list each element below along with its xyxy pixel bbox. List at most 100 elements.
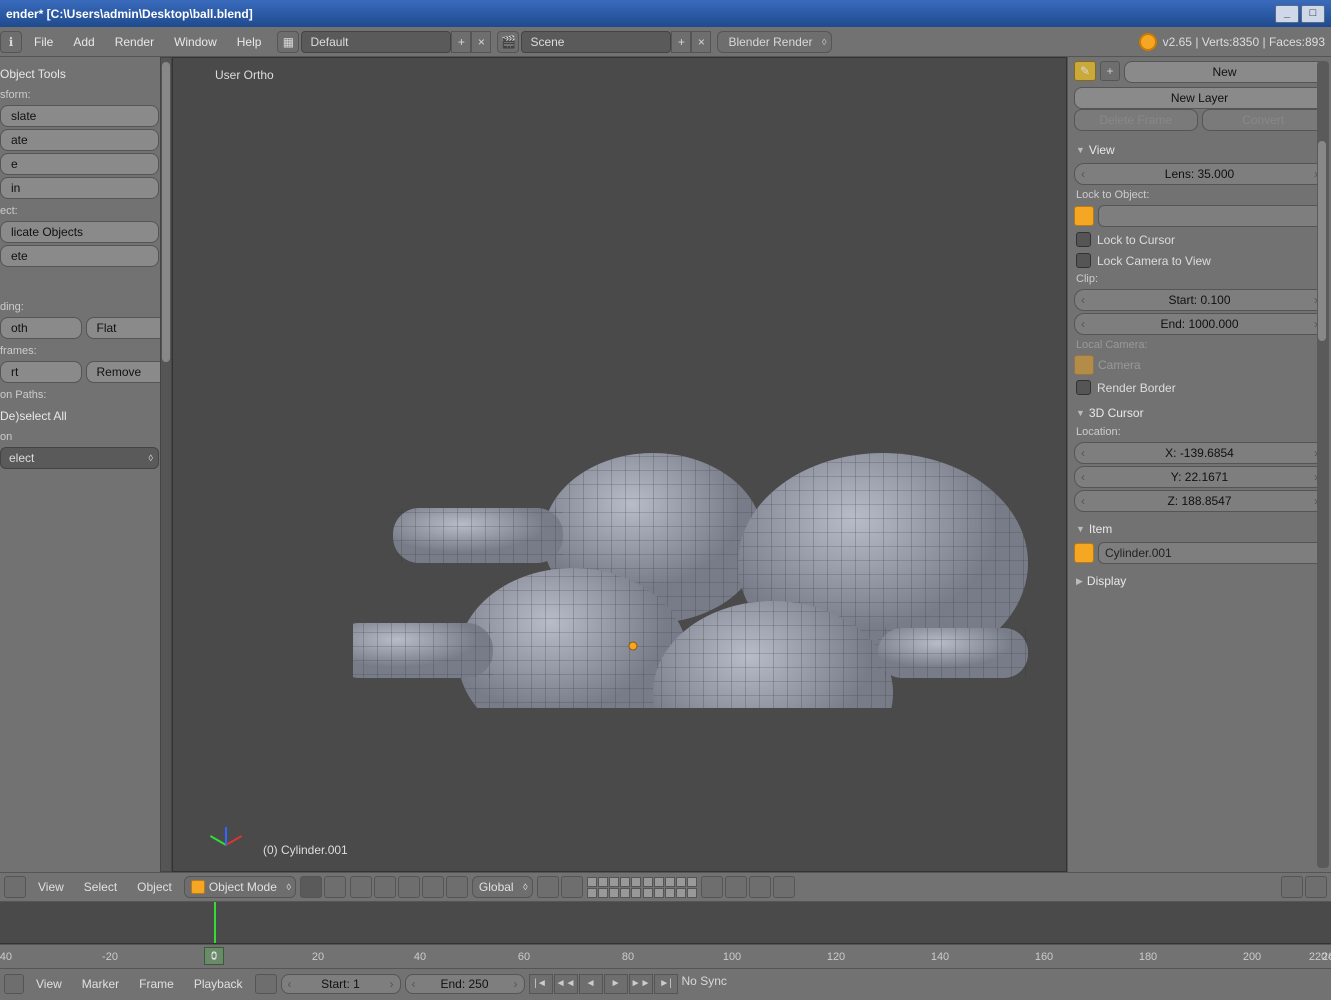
jump-start-icon[interactable]: |◄ bbox=[529, 974, 553, 994]
layer-buttons[interactable] bbox=[587, 877, 697, 898]
screen-layout-field[interactable]: Default bbox=[301, 31, 451, 53]
scene-add-button[interactable]: + bbox=[671, 31, 691, 53]
end-frame-field[interactable]: End: 250 bbox=[405, 974, 525, 994]
pivot-icon[interactable] bbox=[350, 876, 372, 898]
clip-end-field[interactable]: End: 1000.000 bbox=[1074, 313, 1325, 335]
render-preview-icon[interactable] bbox=[701, 876, 723, 898]
on-dropdown[interactable]: elect bbox=[0, 447, 159, 469]
insert-keyframe-button[interactable]: rt bbox=[0, 361, 82, 383]
delete-frame-button[interactable]: Delete Frame bbox=[1074, 109, 1198, 131]
layout-delete-button[interactable]: × bbox=[471, 31, 491, 53]
jump-end-icon[interactable]: ►| bbox=[654, 974, 678, 994]
render-opengl-icon[interactable] bbox=[749, 876, 771, 898]
editor-type-3dview-icon[interactable] bbox=[4, 876, 26, 898]
scene-delete-button[interactable]: × bbox=[691, 31, 711, 53]
timeline-menu-playback[interactable]: Playback bbox=[186, 977, 251, 991]
camera-icon[interactable] bbox=[1074, 355, 1094, 375]
timeline-editor-icon[interactable] bbox=[4, 974, 24, 994]
motionpaths-label: on Paths: bbox=[0, 385, 167, 403]
translate-button[interactable]: slate bbox=[0, 105, 159, 127]
cursor-x-field[interactable]: X: -139.6854 bbox=[1074, 442, 1325, 464]
manipulator-icon[interactable] bbox=[374, 876, 396, 898]
shading-solid-icon[interactable] bbox=[300, 876, 322, 898]
editor-type-icon[interactable]: ℹ bbox=[0, 31, 22, 53]
view-section-header[interactable]: View bbox=[1074, 135, 1325, 161]
render-engine-dropdown[interactable]: Blender Render bbox=[717, 31, 831, 53]
manipulator-rotate-icon[interactable] bbox=[422, 876, 444, 898]
3d-menu-object[interactable]: Object bbox=[129, 880, 180, 894]
smooth-button[interactable]: oth bbox=[0, 317, 82, 339]
menu-add[interactable]: Add bbox=[63, 35, 104, 49]
lens-field[interactable]: Lens: 35.000 bbox=[1074, 163, 1325, 185]
cursor-y-field[interactable]: Y: 22.1671 bbox=[1074, 466, 1325, 488]
tool-shelf-scrollbar[interactable] bbox=[160, 57, 172, 872]
timeline-menu-view[interactable]: View bbox=[28, 977, 70, 991]
screen-layout-icon[interactable]: ▦ bbox=[277, 31, 299, 53]
scale-button[interactable]: e bbox=[0, 153, 159, 175]
cursor-z-field[interactable]: Z: 188.8547 bbox=[1074, 490, 1325, 512]
menu-render[interactable]: Render bbox=[105, 35, 164, 49]
menu-help[interactable]: Help bbox=[227, 35, 272, 49]
3d-menu-select[interactable]: Select bbox=[76, 880, 125, 894]
minimize-button[interactable]: _ bbox=[1275, 5, 1299, 23]
timeline-cursor[interactable] bbox=[214, 902, 216, 943]
flat-button[interactable]: Flat bbox=[86, 317, 168, 339]
item-section-header[interactable]: Item bbox=[1074, 514, 1325, 540]
timeline-strip[interactable] bbox=[0, 902, 1331, 944]
item-name-field[interactable]: Cylinder.001 bbox=[1098, 542, 1325, 564]
ruler-tick: 120 bbox=[827, 951, 845, 963]
lock-object-field[interactable] bbox=[1098, 205, 1325, 227]
menu-window[interactable]: Window bbox=[164, 35, 227, 49]
3d-menu-view[interactable]: View bbox=[30, 880, 72, 894]
layout-add-button[interactable]: + bbox=[451, 31, 471, 53]
timeline-menu-frame[interactable]: Frame bbox=[131, 977, 182, 991]
shading-wire-icon[interactable] bbox=[324, 876, 346, 898]
snap-type-icon[interactable] bbox=[561, 876, 583, 898]
display-section-header[interactable]: Display bbox=[1074, 566, 1325, 592]
render-anim-icon[interactable] bbox=[725, 876, 747, 898]
new-layer-button[interactable]: New Layer bbox=[1074, 87, 1325, 109]
auto-key-icon[interactable] bbox=[255, 974, 277, 994]
camera-to-view-icon[interactable] bbox=[1281, 876, 1303, 898]
grease-pencil-icon[interactable]: ✎ bbox=[1074, 61, 1096, 81]
new-gp-button[interactable]: New bbox=[1124, 61, 1325, 83]
render-opengl-anim-icon[interactable] bbox=[773, 876, 795, 898]
properties-region: ✎ + New New Layer Delete Frame Convert V… bbox=[1067, 57, 1331, 872]
render-border-checkbox[interactable]: Render Border bbox=[1074, 377, 1325, 398]
cube-icon[interactable] bbox=[1074, 206, 1094, 226]
add-layer-icon[interactable]: + bbox=[1100, 61, 1120, 81]
orientation-dropdown[interactable]: Global bbox=[472, 876, 533, 898]
convert-button[interactable]: Convert bbox=[1202, 109, 1326, 131]
render-region-icon[interactable] bbox=[1305, 876, 1327, 898]
local-camera-field[interactable]: Camera bbox=[1098, 358, 1141, 372]
scene-icon[interactable]: 🎬 bbox=[497, 31, 519, 53]
origin-button[interactable]: in bbox=[0, 177, 159, 199]
scene-field[interactable]: Scene bbox=[521, 31, 671, 53]
3d-viewport[interactable]: User Ortho bbox=[172, 57, 1067, 872]
clip-start-field[interactable]: Start: 0.100 bbox=[1074, 289, 1325, 311]
rotate-button[interactable]: ate bbox=[0, 129, 159, 151]
menu-file[interactable]: File bbox=[24, 35, 63, 49]
duplicate-button[interactable]: licate Objects bbox=[0, 221, 159, 243]
properties-scrollbar[interactable] bbox=[1317, 61, 1329, 868]
timeline-menu-marker[interactable]: Marker bbox=[74, 977, 127, 991]
lock-to-cursor-checkbox[interactable]: Lock to Cursor bbox=[1074, 229, 1325, 250]
start-frame-field[interactable]: Start: 1 bbox=[281, 974, 401, 994]
lock-camera-checkbox[interactable]: Lock Camera to View bbox=[1074, 250, 1325, 271]
snap-toggle-icon[interactable] bbox=[537, 876, 559, 898]
maximize-button[interactable]: □ bbox=[1301, 5, 1325, 23]
manipulator-scale-icon[interactable] bbox=[446, 876, 468, 898]
timeline-ruler[interactable]: 0 -40-2002040608010012014016018020022024… bbox=[0, 944, 1331, 968]
play-icon[interactable]: ► bbox=[604, 974, 628, 994]
remove-keyframe-button[interactable]: Remove bbox=[86, 361, 168, 383]
3d-cursor-section-header[interactable]: 3D Cursor bbox=[1074, 398, 1325, 424]
manipulator-translate-icon[interactable] bbox=[398, 876, 420, 898]
prev-key-icon[interactable]: ◄◄ bbox=[554, 974, 578, 994]
sync-dropdown[interactable]: No Sync bbox=[682, 974, 727, 994]
mode-dropdown[interactable]: Object Mode bbox=[184, 876, 296, 898]
item-cube-icon bbox=[1074, 543, 1094, 563]
play-rev-icon[interactable]: ◄ bbox=[579, 974, 603, 994]
delete-button[interactable]: ete bbox=[0, 245, 159, 267]
next-key-icon[interactable]: ►► bbox=[629, 974, 653, 994]
deselect-all-button[interactable]: De)select All bbox=[0, 403, 167, 427]
